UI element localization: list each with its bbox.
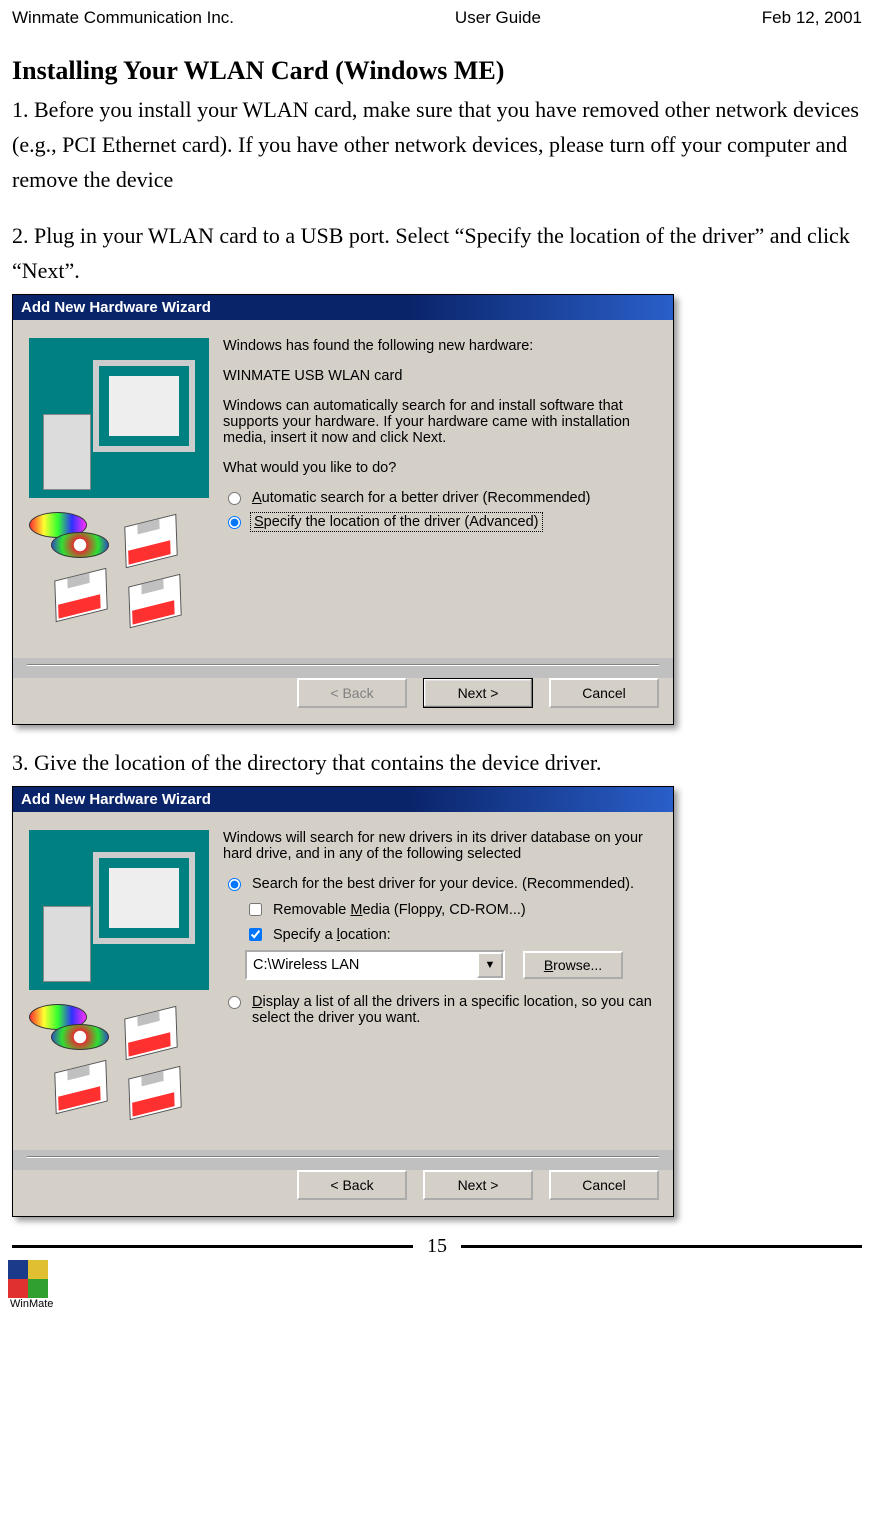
radio-specify-label: Specify the location of the driver (Adva… xyxy=(252,514,541,530)
dialog1-titlebar: Add New Hardware Wizard xyxy=(13,295,673,320)
radio-auto-label: Automatic search for a better driver (Re… xyxy=(252,490,590,506)
check-location-label: Specify a location: xyxy=(273,927,391,943)
dlg2-radio-search[interactable]: Search for the best driver for your devi… xyxy=(223,876,657,892)
radio-search-label: Search for the best driver for your devi… xyxy=(252,876,634,892)
dlg2-back-button[interactable]: < Back xyxy=(297,1170,407,1200)
dlg1-question: What would you like to do? xyxy=(223,460,657,476)
wizard-dialog-1: Add New Hardware Wizard Windows has foun… xyxy=(12,294,674,725)
radio-display-label: Display a list of all the drivers in a s… xyxy=(252,994,657,1026)
section-title: Installing Your WLAN Card (Windows ME) xyxy=(12,56,862,86)
dlg1-next-button[interactable]: Next > xyxy=(423,678,533,708)
paragraph-3: 3. Give the location of the directory th… xyxy=(12,745,862,780)
paragraph-1: 1. Before you install your WLAN card, ma… xyxy=(12,92,862,198)
chevron-down-icon[interactable]: ▼ xyxy=(477,952,503,978)
dlg2-check-location[interactable]: Specify a location: xyxy=(245,925,657,944)
page-number: 15 xyxy=(413,1235,461,1258)
header-doc: User Guide xyxy=(455,8,541,28)
paragraph-2: 2. Plug in your WLAN card to a USB port.… xyxy=(12,218,862,288)
dlg2-radio-display[interactable]: Display a list of all the drivers in a s… xyxy=(223,994,657,1026)
dlg1-found-text: Windows has found the following new hard… xyxy=(223,338,657,354)
dlg1-cancel-button[interactable]: Cancel xyxy=(549,678,659,708)
dlg1-info-text: Windows can automatically search for and… xyxy=(223,398,657,446)
page-header: Winmate Communication Inc. User Guide Fe… xyxy=(12,8,862,28)
browse-button[interactable]: Browse... xyxy=(523,951,623,979)
check-location-input[interactable] xyxy=(249,928,262,941)
dlg1-radio-specify[interactable]: Specify the location of the driver (Adva… xyxy=(223,514,657,530)
dlg2-intro-text: Windows will search for new drivers in i… xyxy=(223,830,657,862)
logo-text: WinMate xyxy=(2,1298,874,1310)
page-number-row: 15 xyxy=(12,1235,862,1258)
check-removable-input[interactable] xyxy=(249,903,262,916)
header-company: Winmate Communication Inc. xyxy=(12,8,234,28)
dlg2-next-button[interactable]: Next > xyxy=(423,1170,533,1200)
dlg1-back-button[interactable]: < Back xyxy=(297,678,407,708)
radio-search-input[interactable] xyxy=(228,878,241,891)
header-date: Feb 12, 2001 xyxy=(762,8,862,28)
wizard-dialog-2: Add New Hardware Wizard Windows will sea… xyxy=(12,786,674,1217)
wizard-illustration-2 xyxy=(29,830,209,1140)
radio-specify-input[interactable] xyxy=(228,516,241,529)
dialog2-titlebar: Add New Hardware Wizard xyxy=(13,787,673,812)
location-path: C:\Wireless LAN xyxy=(253,957,359,973)
check-removable-label: Removable Media (Floppy, CD-ROM...) xyxy=(273,902,526,918)
radio-auto-input[interactable] xyxy=(228,492,241,505)
dlg2-check-removable[interactable]: Removable Media (Floppy, CD-ROM...) xyxy=(245,900,657,919)
dlg1-device-name: WINMATE USB WLAN card xyxy=(223,368,657,384)
wizard-illustration xyxy=(29,338,209,648)
winmate-logo-icon xyxy=(8,1260,48,1298)
radio-display-input[interactable] xyxy=(228,996,241,1009)
location-combobox[interactable]: C:\Wireless LAN ▼ xyxy=(245,950,505,980)
dlg1-radio-auto[interactable]: Automatic search for a better driver (Re… xyxy=(223,490,657,506)
dlg2-cancel-button[interactable]: Cancel xyxy=(549,1170,659,1200)
footer-logo xyxy=(0,1260,874,1298)
